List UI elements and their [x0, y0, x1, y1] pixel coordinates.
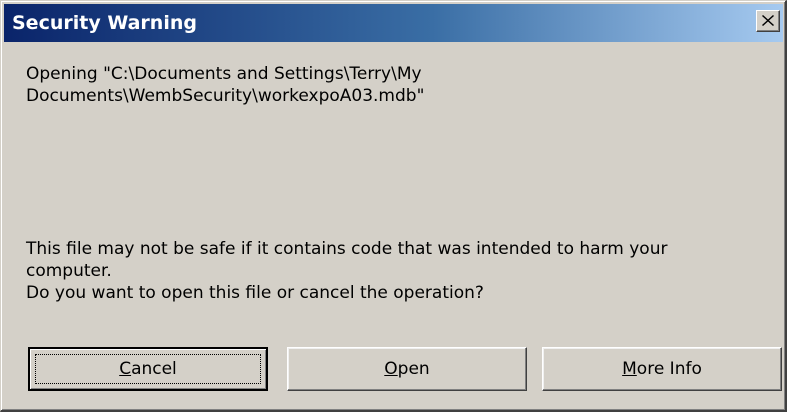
dialog-title: Security Warning — [12, 12, 197, 34]
file-path-message: Opening "C:\Documents and Settings\Terry… — [26, 64, 425, 106]
security-warning-dialog: Security Warning Opening "C:\Documents a… — [0, 0, 787, 412]
more-info-button[interactable]: More Info — [542, 347, 782, 391]
open-label: pen — [397, 358, 430, 379]
open-accelerator: O — [384, 358, 398, 379]
close-button[interactable] — [756, 10, 780, 32]
more-info-label: ore Info — [636, 358, 702, 379]
cancel-button[interactable]: Cancel — [28, 347, 268, 391]
close-icon — [762, 15, 774, 26]
focus-ring — [35, 354, 261, 384]
warning-message: This file may not be safe if it contains… — [26, 239, 668, 303]
open-button[interactable]: Open — [287, 347, 527, 391]
more-info-accelerator: M — [622, 358, 637, 379]
title-bar[interactable]: Security Warning — [4, 4, 783, 42]
